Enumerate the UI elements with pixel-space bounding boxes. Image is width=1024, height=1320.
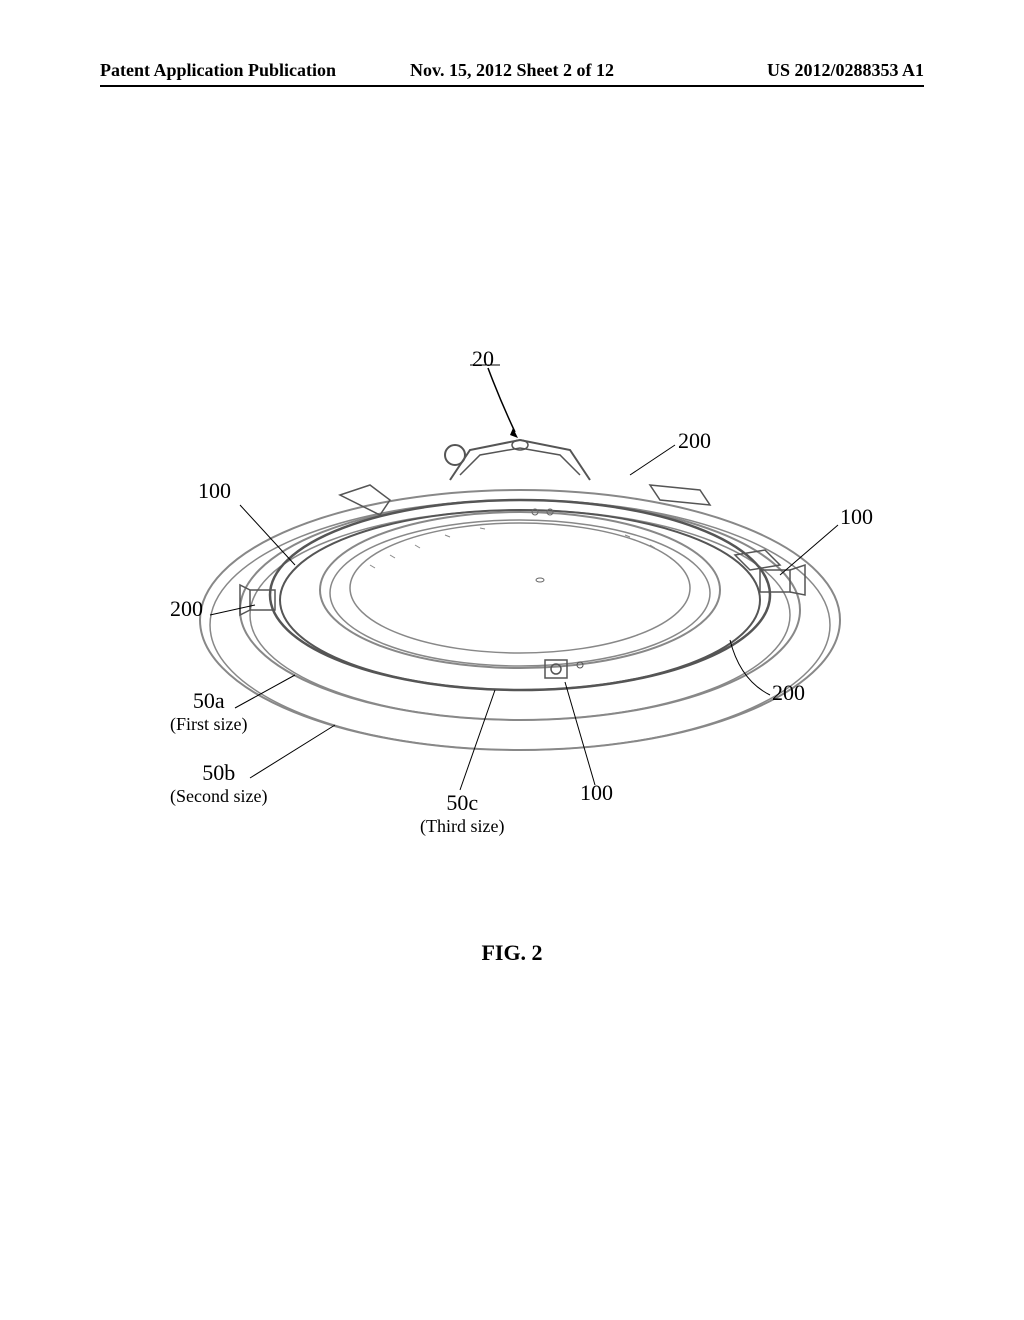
label-ref-20: 20 [472,346,494,372]
label-ref-200-right: 200 [772,680,805,706]
label-ref-50c: 50c (Third size) [420,790,504,837]
patent-figure-drawing [140,340,890,940]
label-ref-100-left: 100 [198,478,231,504]
label-ref-200-left: 200 [170,596,203,622]
label-ref-100-right: 100 [840,504,873,530]
label-ref-50a: 50a (First size) [170,688,247,735]
header-right: US 2012/0288353 A1 [649,60,924,81]
label-ref-200-top: 200 [678,428,711,454]
figure-container: 20 200 100 100 200 200 50a (First size) … [140,340,890,940]
label-ref-100-bottom: 100 [580,780,613,806]
figure-caption: FIG. 2 [0,940,1024,966]
header-center: Nov. 15, 2012 Sheet 2 of 12 [375,60,650,81]
label-ref-50b: 50b (Second size) [170,760,267,807]
header-left: Patent Application Publication [100,60,375,81]
